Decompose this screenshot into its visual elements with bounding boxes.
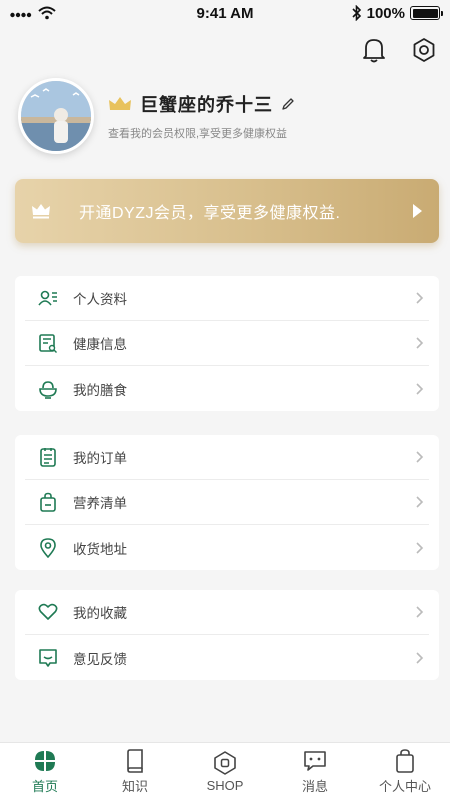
status-bar: 9:41 AM 100% (0, 0, 450, 26)
menu-item-label: 收货地址 (73, 541, 127, 557)
chevron-right-icon (416, 606, 424, 618)
menu-item-label: 个人资料 (73, 292, 127, 307)
location-pin-icon (37, 537, 59, 559)
profile-card-icon (37, 287, 59, 309)
menu-item-my-meals[interactable]: 我的膳食 (25, 366, 429, 411)
menu-item-nutrition-list[interactable]: 营养清单 (25, 480, 429, 525)
vip-banner[interactable]: 开通DYZJ会员，享受更多健康权益. (15, 179, 439, 243)
menu-item-favorites[interactable]: 我的收藏 (25, 590, 429, 635)
tab-messages[interactable]: 消息 (275, 748, 355, 795)
tab-home[interactable]: 首页 (5, 748, 85, 795)
menu-group-profile: 个人资料 健康信息 我的膳食 (15, 276, 439, 411)
chevron-right-icon (416, 382, 424, 395)
chevron-right-icon (416, 337, 424, 349)
tab-shop[interactable]: SHOP (185, 750, 265, 793)
chevron-right-icon (416, 541, 424, 554)
crown-icon (109, 97, 131, 110)
tab-label: 消息 (301, 779, 328, 794)
battery-icon (410, 6, 443, 20)
feedback-icon (37, 647, 59, 669)
heart-icon (37, 601, 59, 623)
menu-item-label: 意见反馈 (73, 651, 127, 667)
wifi-icon (38, 6, 56, 20)
top-icons (360, 36, 438, 64)
menu-item-label: 健康信息 (73, 337, 127, 352)
order-list-icon (37, 446, 59, 468)
menu-group-orders: 我的订单 营养清单 收货地址 (15, 435, 439, 570)
edit-pencil-icon[interactable] (281, 97, 295, 111)
book-icon (122, 748, 148, 774)
meal-bowl-icon (37, 378, 59, 400)
menu-item-health-info[interactable]: 健康信息 (25, 321, 429, 366)
tab-label: SHOP (206, 778, 244, 793)
crown-outline-icon (32, 204, 50, 219)
shopping-bag-icon (37, 491, 59, 513)
bottom-tab-bar: 首页 知识 SHOP 消息 个人中心 (0, 742, 450, 800)
profile-info: 巨蟹座的乔十三 查看我的会员权限,享受更多健康权益 (108, 91, 295, 141)
menu-item-label: 我的收藏 (73, 606, 127, 621)
bell-icon[interactable] (360, 36, 388, 64)
menu-item-my-orders[interactable]: 我的订单 (25, 435, 429, 480)
tab-user-center[interactable]: 个人中心 (365, 748, 445, 795)
menu-item-profile[interactable]: 个人资料 (25, 276, 429, 321)
chevron-right-icon (416, 451, 424, 463)
menu-item-label: 我的订单 (73, 451, 127, 466)
settings-gear-icon[interactable] (410, 36, 438, 64)
avatar[interactable] (18, 78, 94, 154)
menu-item-label: 营养清单 (73, 496, 127, 511)
play-arrow-icon (413, 204, 422, 218)
membership-subtitle[interactable]: 查看我的会员权限,享受更多健康权益 (108, 125, 295, 141)
chevron-right-icon (416, 651, 424, 664)
tab-knowledge[interactable]: 知识 (95, 748, 175, 795)
chevron-right-icon (416, 292, 424, 304)
user-name: 巨蟹座的乔十三 (140, 95, 273, 115)
signal-icon (10, 12, 32, 18)
menu-item-feedback[interactable]: 意见反馈 (25, 635, 429, 680)
menu-item-shipping-address[interactable]: 收货地址 (25, 525, 429, 570)
menu-item-label: 我的膳食 (73, 382, 127, 398)
profile-header[interactable]: 巨蟹座的乔十三 查看我的会员权限,享受更多健康权益 (18, 78, 295, 154)
vip-banner-text: 开通DYZJ会员，享受更多健康权益. (79, 205, 341, 222)
status-right: 100% (310, 4, 443, 22)
shop-icon (212, 750, 238, 776)
message-icon (302, 748, 328, 774)
tab-label: 知识 (121, 779, 148, 794)
home-grid-icon (32, 748, 58, 774)
name-row: 巨蟹座的乔十三 (108, 91, 295, 117)
chevron-right-icon (416, 496, 424, 508)
user-center-icon (392, 748, 418, 774)
tab-label: 首页 (31, 779, 58, 794)
status-left (10, 6, 130, 20)
tab-label: 个人中心 (378, 779, 431, 794)
battery-percent: 100% (366, 4, 405, 22)
menu-group-misc: 我的收藏 意见反馈 (15, 590, 439, 680)
bluetooth-icon (352, 5, 361, 21)
health-report-icon (37, 332, 59, 354)
